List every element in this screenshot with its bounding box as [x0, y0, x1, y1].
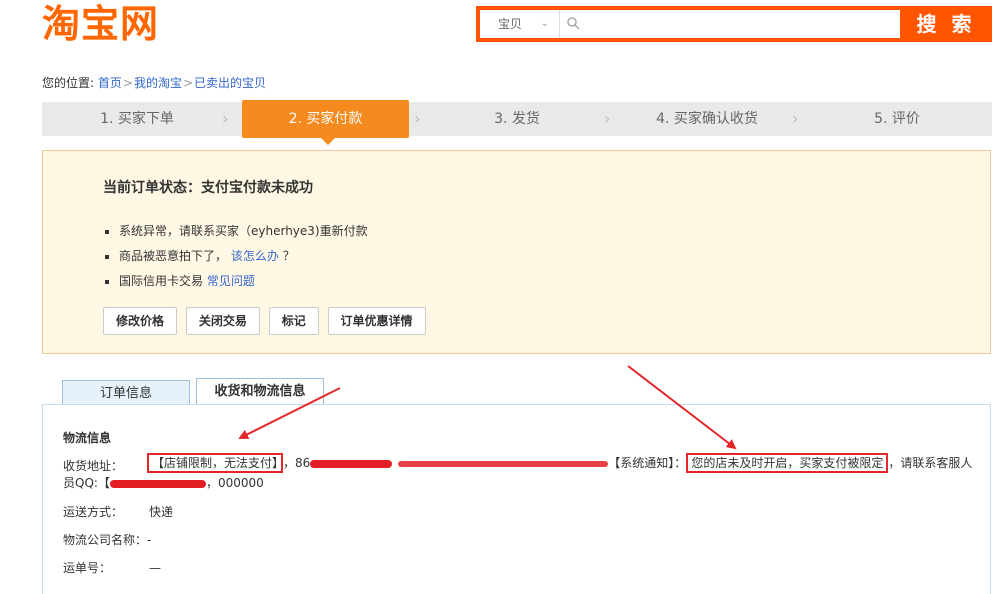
- status-note-text: 国际信用卡交易: [119, 274, 207, 288]
- redaction-mark: [310, 459, 393, 468]
- search-box: 宝贝 ⌄: [480, 10, 900, 38]
- breadcrumb-separator: >: [122, 76, 133, 90]
- logistics-company-value: -: [147, 533, 152, 547]
- search-category-select[interactable]: 宝贝 ⌄: [480, 10, 560, 38]
- status-note-question: ？: [282, 249, 295, 263]
- tracking-number-value: —: [149, 561, 161, 575]
- breadcrumb-separator: >: [182, 76, 194, 90]
- logistics-panel: 物流信息 收货地址： 【店铺限制，无法支付】 ，86 【系统通知】： 您的店未及时开启…: [42, 404, 991, 594]
- breadcrumb-prefix: 您的位置:: [42, 76, 95, 90]
- breadcrumb: 您的位置: 首页>我的淘宝>已卖出的宝贝: [42, 74, 266, 91]
- close-trade-button[interactable]: 关闭交易: [185, 307, 260, 335]
- address-fragment: 【系统通知】：: [608, 456, 687, 470]
- taobao-logo[interactable]: 淘宝网: [42, 2, 159, 46]
- step-buyer-confirm: 4. 买家确认收货: [656, 111, 758, 127]
- redaction-mark: [398, 460, 609, 467]
- order-progress: 1. 买家下单 › 2. 买家付款 › 3. 发货 › 4. 买家确认收货 › …: [42, 100, 992, 138]
- tab-order-info[interactable]: 订单信息: [62, 380, 190, 405]
- status-note-malicious: 商品被恶意拍下了， 该怎么办 ？: [105, 244, 368, 269]
- what-to-do-link[interactable]: 该怎么办: [231, 249, 279, 263]
- chevron-right-icon: ›: [222, 109, 229, 128]
- tracking-number-label: 运单号：: [63, 561, 112, 575]
- address-fragment: 员QQ:【: [63, 476, 110, 490]
- address-fragment: ，请联系客服人: [888, 456, 973, 470]
- address-fragment: ，86: [283, 456, 311, 470]
- step-review: 5. 评价: [874, 111, 920, 127]
- mark-button[interactable]: 标记: [268, 307, 319, 335]
- status-notes: 系统异常，请联系买家（eyherhye3)重新付款 商品被恶意拍下了， 该怎么办…: [105, 219, 368, 294]
- logistics-title: 物流信息: [63, 431, 112, 445]
- logistics-company-label: 物流公司名称：: [63, 533, 148, 547]
- modify-price-button[interactable]: 修改价格: [103, 307, 178, 335]
- step-shipping: 3. 发货: [494, 111, 540, 127]
- status-note-system-error: 系统异常，请联系买家（eyherhye3)重新付款: [105, 219, 368, 244]
- faq-link[interactable]: 常见问题: [207, 274, 255, 288]
- step-buyer-payment: 2. 买家付款: [242, 100, 409, 138]
- chevron-right-icon: ›: [604, 109, 611, 128]
- discount-details-button[interactable]: 订单优惠详情: [327, 307, 426, 335]
- search-category-label: 宝贝: [498, 17, 523, 31]
- search-button[interactable]: 搜 索: [900, 6, 992, 42]
- order-status-box: 当前订单状态：支付宝付款未成功 系统异常，请联系买家（eyherhye3)重新付…: [42, 150, 991, 354]
- address-value-line2: 员QQ:【 ，000000: [63, 473, 264, 493]
- breadcrumb-my-taobao[interactable]: 我的淘宝: [134, 76, 182, 90]
- order-actions: 修改价格 关闭交易 标记 订单优惠详情: [103, 307, 431, 335]
- highlight-box: 您的店未及时开启，买家支付被限定: [686, 453, 889, 473]
- redaction-mark: [109, 479, 206, 488]
- order-status-title: 当前订单状态：支付宝付款未成功: [103, 180, 313, 196]
- chevron-right-icon: ›: [792, 109, 799, 128]
- chevron-right-icon: ›: [414, 109, 421, 128]
- shipping-method-row: 运送方式： 快递: [63, 503, 173, 520]
- address-value: 【店铺限制，无法支付】 ，86 【系统通知】： 您的店未及时开启，买家支付被限定 ，请联…: [147, 453, 987, 473]
- search-bar: 宝贝 ⌄ 搜 索: [476, 6, 992, 42]
- tracking-number-row: 运单号： —: [63, 559, 161, 576]
- step-buyer-order: 1. 买家下单: [100, 111, 174, 127]
- chevron-down-icon: ⌄: [540, 18, 549, 29]
- shipping-method-value: 快递: [149, 505, 174, 519]
- search-input[interactable]: [584, 13, 888, 37]
- tab-shipping-logistics[interactable]: 收货和物流信息: [196, 378, 324, 405]
- address-fragment: ，000000: [205, 476, 264, 490]
- logistics-company-row: 物流公司名称：-: [63, 531, 151, 548]
- highlight-box: 【店铺限制，无法支付】: [147, 453, 284, 473]
- search-icon: [567, 17, 580, 30]
- address-label: 收货地址：: [63, 459, 124, 473]
- active-step-pointer: [320, 137, 336, 145]
- shipping-method-label: 运送方式：: [63, 505, 124, 519]
- breadcrumb-sold-items[interactable]: 已卖出的宝贝: [194, 76, 266, 90]
- status-note-intl-card: 国际信用卡交易 常见问题: [105, 269, 368, 294]
- breadcrumb-home[interactable]: 首页: [98, 76, 122, 90]
- status-note-text: 商品被恶意拍下了，: [119, 249, 228, 263]
